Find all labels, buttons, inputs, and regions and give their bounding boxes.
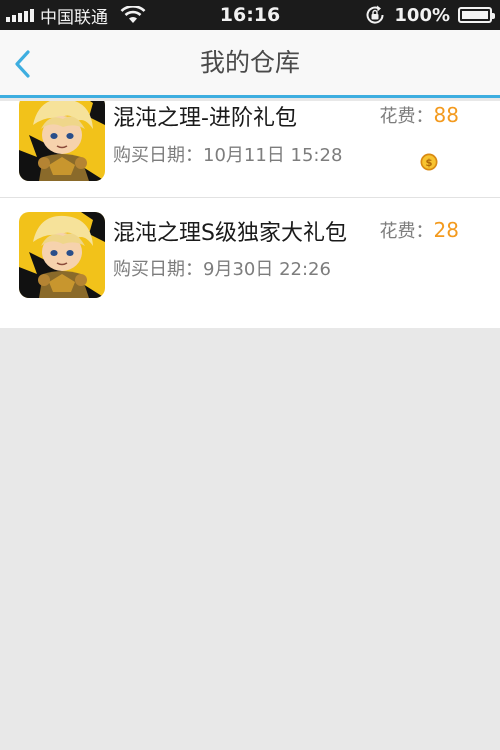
cost: 花费：28	[380, 217, 459, 243]
purchase-list: 混沌之理-进阶礼包 购买日期：10月11日 15:28 花费：88 $ 混沌之理…	[0, 101, 500, 328]
purchase-date: 购买日期：10月11日 15:28	[113, 141, 342, 167]
purchase-date-value: 9月30日 22:26	[203, 259, 331, 280]
cost-label: 花费：	[379, 221, 434, 242]
cost-value: 88	[433, 103, 459, 127]
status-right: 100%	[364, 0, 495, 30]
list-item[interactable]: 混沌之理S级独家大礼包 购买日期：9月30日 22:26 花费：28	[0, 198, 500, 328]
status-bar: 中国联通 16:16 100%	[0, 0, 500, 30]
purchase-date: 购买日期：9月30日 22:26	[113, 255, 331, 281]
list-item[interactable]: 混沌之理-进阶礼包 购买日期：10月11日 15:28 花费：88 $	[0, 101, 500, 198]
cost-value: 28	[433, 218, 459, 242]
cost-label: 花费：	[379, 106, 434, 127]
page-title: 我的仓库	[199, 48, 300, 77]
empty-area	[0, 328, 500, 750]
rotation-lock-icon	[366, 5, 384, 24]
purchase-date-label: 购买日期：	[113, 259, 203, 280]
purchase-date-label: 购买日期：	[113, 145, 203, 166]
battery-percent: 100%	[394, 4, 450, 26]
item-title: 混沌之理S级独家大礼包	[113, 221, 347, 246]
game-thumbnail	[19, 212, 105, 298]
svg-text:$: $	[426, 158, 433, 169]
purchase-date-value: 10月11日 15:28	[203, 145, 343, 166]
game-thumbnail	[19, 101, 105, 181]
battery-fill	[462, 11, 488, 19]
nav-bar: 我的仓库	[0, 30, 500, 98]
cost: 花费：88	[380, 102, 459, 128]
battery-icon	[458, 7, 495, 23]
gold-coin-icon: $	[420, 153, 438, 171]
item-title: 混沌之理-进阶礼包	[113, 106, 297, 131]
